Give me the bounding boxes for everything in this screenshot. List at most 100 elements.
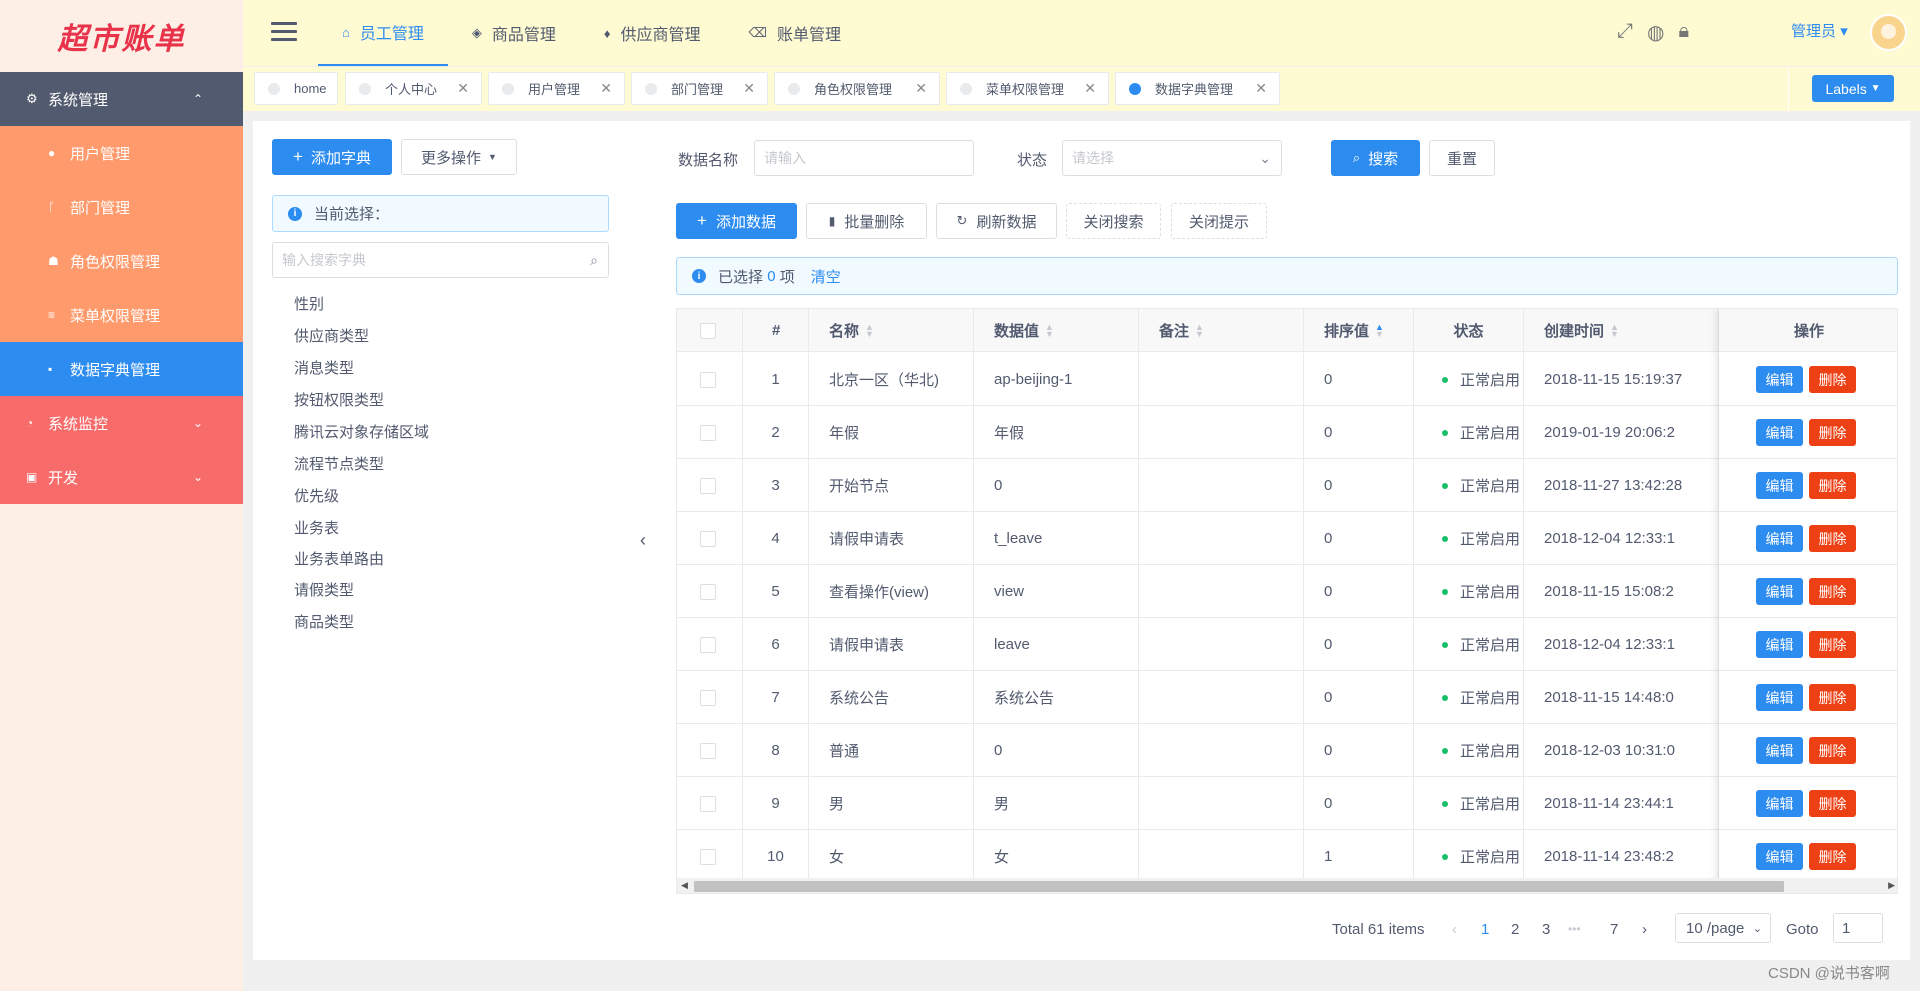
sidebar-item-menus[interactable]: ≡ 菜单权限管理 — [0, 288, 243, 342]
nav-staff[interactable]: ⌂ 员工管理 — [318, 0, 448, 66]
tree-item[interactable]: 消息类型 — [294, 357, 354, 378]
tree-item[interactable]: 商品类型 — [294, 611, 354, 632]
sort-icon[interactable]: ▲ ▼ — [865, 322, 874, 338]
nav-bills[interactable]: ⌫ 账单管理 — [725, 0, 865, 66]
fullscreen-icon[interactable]: ⤢ — [1617, 20, 1633, 45]
nav-supplier[interactable]: ♦ 供应商管理 — [580, 0, 725, 66]
refresh-button[interactable]: ↻ 刷新数据 — [936, 203, 1057, 239]
tab-home[interactable]: home — [254, 72, 338, 105]
dict-search-input[interactable]: 输入搜索字典 ⌕ — [272, 242, 609, 278]
close-icon[interactable]: ✕ — [600, 80, 612, 97]
scroll-thumb[interactable] — [694, 881, 1784, 892]
status-dot-icon — [1442, 535, 1448, 542]
scroll-right-icon[interactable]: ▶ — [1888, 880, 1895, 891]
sort-icon[interactable]: ▲ ▼ — [1195, 322, 1204, 338]
page-3[interactable]: 3 — [1542, 914, 1550, 944]
tab-roles[interactable]: 角色权限管理 ✕ — [774, 72, 940, 105]
horizontal-scrollbar[interactable]: ◀ ▶ — [677, 878, 1897, 893]
th-name[interactable]: 名称 ▲ ▼ — [809, 309, 974, 352]
sidebar-item-users[interactable]: ● 用户管理 — [0, 126, 243, 180]
status-select[interactable]: 请选择 ⌄ — [1062, 140, 1282, 176]
close-icon[interactable]: ✕ — [1084, 80, 1096, 97]
tab-dictionary[interactable]: 数据字典管理 ✕ — [1115, 72, 1280, 105]
close-icon[interactable]: ✕ — [1255, 80, 1267, 97]
clear-link[interactable]: 清空 — [811, 266, 841, 287]
prev-page-icon[interactable]: ‹ — [1452, 914, 1457, 944]
close-icon[interactable]: ✕ — [743, 80, 755, 97]
tree-item[interactable]: 业务表单路由 — [294, 548, 384, 569]
scroll-left-icon[interactable]: ◀ — [681, 880, 688, 891]
row-checkbox[interactable] — [700, 795, 716, 812]
labels-dropdown-button[interactable]: Labels ▼ — [1812, 75, 1894, 102]
tab-departments[interactable]: 部门管理 ✕ — [631, 72, 768, 105]
tabs-bar: home 个人中心 ✕ 用户管理 ✕ 部门管理 ✕ 角色权限管理 ✕ 菜单权限管… — [243, 66, 1920, 112]
lock-icon[interactable]: 🔒︎ — [1678, 20, 1689, 45]
page-1[interactable]: 1 — [1481, 914, 1489, 944]
trash-icon: ▮ — [828, 214, 836, 228]
search-icon[interactable]: ⌕ — [590, 252, 598, 269]
th-value[interactable]: 数据值 ▲ ▼ — [974, 309, 1139, 352]
close-tip-button[interactable]: 关闭提示 — [1171, 203, 1267, 239]
menu-group-system[interactable]: ⚙ 系统管理 ⌃ — [0, 72, 243, 126]
more-ops-button[interactable]: 更多操作 ▼ — [401, 139, 517, 175]
plus-icon: + — [293, 147, 303, 166]
collapse-left-icon[interactable]: ‹ — [640, 530, 646, 551]
row-checkbox[interactable] — [700, 636, 716, 653]
menu-group-monitor[interactable]: ◔ 系统监控 ⌄ — [0, 396, 243, 450]
status-text: 正常启用 — [1460, 637, 1521, 654]
th-note[interactable]: 备注 ▲ ▼ — [1139, 309, 1304, 352]
close-search-button[interactable]: 关闭搜索 — [1066, 203, 1161, 239]
th-created[interactable]: 创建时间 ▲ ▼ — [1524, 309, 1719, 352]
row-checkbox[interactable] — [700, 742, 716, 759]
search-button[interactable]: ⌕ 搜索 — [1331, 140, 1420, 176]
sidebar-item-departments[interactable]: ᚴ 部门管理 — [0, 180, 243, 234]
page-2[interactable]: 2 — [1511, 914, 1519, 944]
close-icon[interactable]: ✕ — [457, 80, 469, 97]
tree-item[interactable]: 按钮权限类型 — [294, 389, 384, 410]
sidebar-item-dictionary[interactable]: ▪ 数据字典管理 — [0, 342, 243, 396]
select-all-checkbox[interactable] — [700, 322, 716, 339]
tab-users[interactable]: 用户管理 ✕ — [488, 72, 625, 105]
batch-delete-button[interactable]: ▮ 批量删除 — [806, 203, 927, 239]
tree-item[interactable]: 业务表 — [294, 517, 339, 538]
tree-item[interactable]: 请假类型 — [294, 579, 354, 600]
hamburger-icon[interactable] — [271, 22, 297, 42]
page-ellipsis[interactable]: ••• — [1568, 914, 1581, 944]
add-dict-button[interactable]: + 添加字典 — [272, 139, 392, 175]
page-7[interactable]: 7 — [1610, 914, 1618, 944]
th-sort[interactable]: 排序值 ▲ ▼ — [1304, 309, 1414, 352]
status-dot-icon — [1442, 482, 1448, 489]
tree-item[interactable]: 优先级 — [294, 485, 339, 506]
row-checkbox[interactable] — [700, 371, 716, 388]
page-size-select[interactable]: 10 /page ⌄ — [1675, 913, 1771, 943]
row-checkbox[interactable] — [700, 848, 716, 865]
sidebar-item-roles[interactable]: ☗ 角色权限管理 — [0, 234, 243, 288]
next-page-icon[interactable]: › — [1642, 914, 1647, 944]
row-checkbox[interactable] — [700, 477, 716, 494]
row-checkbox[interactable] — [700, 424, 716, 441]
row-checkbox[interactable] — [700, 530, 716, 547]
user-menu[interactable]: 管理员 ▾ — [1791, 20, 1848, 41]
avatar[interactable] — [1870, 14, 1907, 51]
tree-item[interactable]: 性别 — [294, 293, 324, 314]
tab-dot-icon — [268, 82, 280, 95]
add-data-button[interactable]: + 添加数据 — [676, 203, 797, 239]
goto-input[interactable]: 1 — [1833, 913, 1883, 943]
tree-item[interactable]: 供应商类型 — [294, 325, 369, 346]
tree-item[interactable]: 腾讯云对象存储区域 — [294, 421, 429, 442]
tree-item[interactable]: 流程节点类型 — [294, 453, 384, 474]
tab-menus[interactable]: 菜单权限管理 ✕ — [946, 72, 1109, 105]
nav-goods[interactable]: ◈ 商品管理 — [448, 0, 580, 66]
globe-icon[interactable]: ◍ — [1647, 20, 1664, 45]
cell-created: 2019-01-19 20:06:2 — [1524, 406, 1719, 459]
close-icon[interactable]: ✕ — [915, 80, 927, 97]
row-checkbox[interactable] — [700, 583, 716, 600]
sort-icon[interactable]: ▲ ▼ — [1610, 322, 1619, 338]
row-checkbox[interactable] — [700, 689, 716, 706]
sort-asc-icon[interactable]: ▲ ▼ — [1375, 322, 1384, 338]
tab-profile[interactable]: 个人中心 ✕ — [345, 72, 482, 105]
menu-group-dev[interactable]: ▣ 开发 ⌄ — [0, 450, 243, 504]
name-input[interactable]: 请输入 — [754, 140, 974, 176]
reset-button[interactable]: 重置 — [1429, 140, 1495, 176]
sort-icon[interactable]: ▲ ▼ — [1045, 322, 1054, 338]
